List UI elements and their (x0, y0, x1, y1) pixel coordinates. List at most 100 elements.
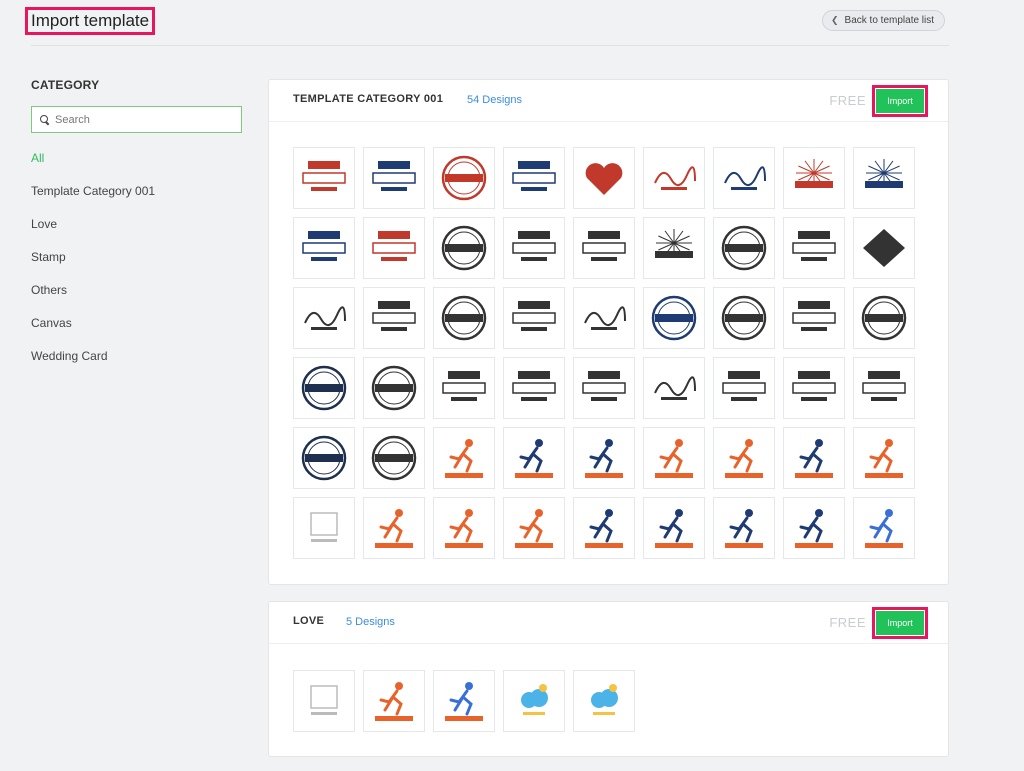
template-thumbnail[interactable] (363, 147, 425, 209)
category-item-wedding-card[interactable]: Wedding Card (31, 348, 243, 381)
category-list: All Template Category 001 Love Stamp Oth… (31, 150, 243, 381)
chevron-left-icon: ❮ (831, 15, 839, 25)
design-count-link[interactable]: 5 Designs (346, 616, 395, 628)
template-thumbnail[interactable] (503, 427, 565, 489)
template-thumbnail[interactable] (573, 357, 635, 419)
category-item-all[interactable]: All (31, 150, 243, 183)
search-input[interactable] (55, 113, 225, 126)
template-thumbnail[interactable] (853, 287, 915, 349)
template-thumbnail[interactable] (293, 147, 355, 209)
template-thumbnail[interactable] (503, 497, 565, 559)
template-grid (293, 670, 915, 732)
template-thumbnail[interactable] (783, 147, 845, 209)
template-thumbnail[interactable] (853, 217, 915, 279)
template-thumbnail[interactable] (643, 357, 705, 419)
template-thumbnail-graphic (863, 229, 905, 267)
template-thumbnail[interactable] (573, 427, 635, 489)
template-thumbnail[interactable] (783, 497, 845, 559)
import-button[interactable]: Import (876, 611, 924, 635)
template-thumbnail[interactable] (713, 287, 775, 349)
template-thumbnail[interactable] (853, 357, 915, 419)
back-button-label: Back to template list (844, 15, 935, 26)
header-divider (31, 45, 949, 46)
import-button[interactable]: Import (876, 89, 924, 113)
template-thumbnail[interactable] (433, 217, 495, 279)
template-thumbnail[interactable] (643, 497, 705, 559)
template-thumbnail[interactable] (503, 357, 565, 419)
category-heading: CATEGORY (31, 78, 100, 92)
template-thumbnail[interactable] (783, 287, 845, 349)
template-thumbnail-graphic (301, 435, 347, 481)
template-thumbnail[interactable] (713, 427, 775, 489)
template-thumbnail[interactable] (363, 287, 425, 349)
template-thumbnail[interactable] (643, 147, 705, 209)
template-thumbnail[interactable] (713, 497, 775, 559)
category-item-canvas[interactable]: Canvas (31, 315, 243, 348)
template-thumbnail[interactable] (363, 427, 425, 489)
template-thumbnail[interactable] (573, 497, 635, 559)
template-thumbnail[interactable] (643, 427, 705, 489)
template-thumbnail-graphic (512, 161, 556, 191)
template-thumbnail[interactable] (433, 497, 495, 559)
template-thumbnail[interactable] (573, 217, 635, 279)
template-thumbnail[interactable] (853, 497, 915, 559)
template-thumbnail[interactable] (293, 287, 355, 349)
template-thumbnail[interactable] (503, 147, 565, 209)
template-thumbnail[interactable] (503, 287, 565, 349)
template-thumbnail-graphic (724, 166, 766, 190)
love-category-card: LOVE 5 Designs FREE Import (268, 601, 949, 757)
design-count-link[interactable]: 54 Designs (467, 94, 522, 106)
template-thumbnail[interactable] (853, 427, 915, 489)
template-thumbnail[interactable] (783, 357, 845, 419)
template-thumbnail-graphic (865, 439, 903, 478)
template-thumbnail-graphic (795, 439, 833, 478)
template-thumbnail-graphic (512, 301, 556, 331)
template-thumbnail[interactable] (783, 217, 845, 279)
template-thumbnail[interactable] (293, 670, 355, 732)
template-thumbnail-graphic (585, 509, 623, 548)
template-grid (293, 147, 915, 559)
template-thumbnail[interactable] (363, 217, 425, 279)
template-thumbnail-graphic (372, 301, 416, 331)
template-thumbnail[interactable] (433, 287, 495, 349)
template-thumbnail[interactable] (293, 357, 355, 419)
template-thumbnail-graphic (310, 512, 338, 542)
search-box[interactable] (31, 106, 242, 133)
template-thumbnail[interactable] (713, 217, 775, 279)
template-thumbnail[interactable] (643, 287, 705, 349)
template-thumbnail[interactable] (713, 147, 775, 209)
category-item-love[interactable]: Love (31, 216, 243, 249)
template-thumbnail[interactable] (853, 147, 915, 209)
template-thumbnail[interactable] (783, 427, 845, 489)
template-thumbnail[interactable] (573, 670, 635, 732)
template-thumbnail[interactable] (363, 357, 425, 419)
template-thumbnail[interactable] (363, 497, 425, 559)
template-thumbnail[interactable] (293, 427, 355, 489)
template-thumbnail-graphic (865, 509, 903, 548)
template-thumbnail[interactable] (573, 287, 635, 349)
template-thumbnail[interactable] (293, 497, 355, 559)
template-thumbnail-graphic (441, 155, 487, 201)
template-thumbnail-graphic (301, 365, 347, 411)
template-thumbnail-graphic (372, 161, 416, 191)
template-thumbnail[interactable] (363, 670, 425, 732)
template-thumbnail-graphic (722, 371, 766, 401)
template-thumbnail[interactable] (503, 217, 565, 279)
back-to-template-list-button[interactable]: ❮ Back to template list (822, 10, 946, 31)
template-thumbnail[interactable] (433, 427, 495, 489)
template-thumbnail[interactable] (433, 670, 495, 732)
template-thumbnail[interactable] (503, 670, 565, 732)
template-thumbnail[interactable] (293, 217, 355, 279)
template-thumbnail[interactable] (713, 357, 775, 419)
category-item-template-category-001[interactable]: Template Category 001 (31, 183, 243, 216)
template-thumbnail-graphic (792, 301, 836, 331)
template-thumbnail[interactable] (433, 147, 495, 209)
template-thumbnail[interactable] (573, 147, 635, 209)
template-thumbnail[interactable] (643, 217, 705, 279)
template-thumbnail[interactable] (433, 357, 495, 419)
category-item-others[interactable]: Others (31, 282, 243, 315)
category-item-stamp[interactable]: Stamp (31, 249, 243, 282)
template-thumbnail-graphic (375, 682, 413, 721)
template-thumbnail-graphic (445, 509, 483, 548)
template-thumbnail-graphic (582, 231, 626, 261)
